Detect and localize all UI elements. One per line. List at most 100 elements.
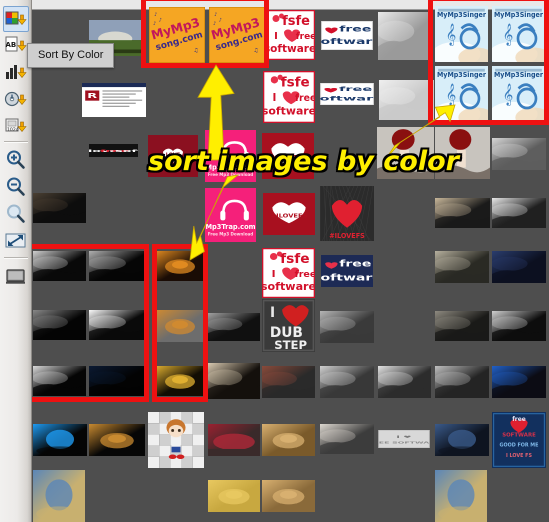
thumb-mp3-orange-2[interactable]: ♪ ♪ ♪ MyMp3 song.com ♫ (209, 7, 265, 63)
thumb-blue-paint-1[interactable] (33, 470, 85, 522)
svg-text:LOVE: LOVE (166, 152, 180, 157)
thumb-silhouette-sun[interactable] (435, 198, 490, 228)
thumb-red-balloon-2[interactable] (435, 127, 490, 179)
thumb-fsfe-red-3[interactable]: fsfe Ifree software (262, 248, 315, 298)
thumb-dubstep[interactable]: I DUB STEP (262, 299, 315, 352)
thumb-mp3singer-1[interactable]: MyMp3Singer 𝄞 (435, 6, 488, 62)
thumb-pier-sunset[interactable] (435, 424, 489, 456)
thumb-woman-gray[interactable] (320, 311, 374, 343)
thumb-mp3-orange-1[interactable]: ♪ ♪ ♪ MyMp3 song.com ♫ (149, 7, 205, 63)
thumb-gold-rings[interactable] (155, 366, 205, 396)
svg-text:free: free (295, 269, 315, 280)
sort-by-date-button[interactable] (3, 87, 29, 113)
thumb-night-blue[interactable] (492, 251, 546, 283)
thumb-bw-tiger[interactable] (378, 366, 431, 398)
thumb-bw-abstract[interactable] (435, 366, 489, 398)
svg-text:SOFTWARE: SOFTWARE (502, 433, 536, 439)
toolbar-separator-2 (4, 257, 28, 259)
sort-alphabetical-button[interactable]: AB (3, 33, 29, 59)
thumb-pink-headphone-2[interactable]: Mp3Trap.com Free Mp3 Download (205, 188, 256, 242)
thumb-mp3singer-3[interactable]: MyMp3Singer 𝄞 (435, 66, 488, 122)
thumb-doc-white[interactable]: R (82, 83, 146, 117)
thumb-free-software-1[interactable]: free software (321, 21, 373, 50)
fullscreen-button[interactable] (3, 264, 29, 290)
thumb-free-software-3[interactable]: free software (321, 255, 373, 287)
thumb-red-balloon-1[interactable] (377, 127, 434, 179)
thumb-mp3singer-2[interactable]: MyMp3Singer 𝄞 (492, 6, 545, 62)
thumb-free-software-2[interactable]: free software (320, 83, 374, 105)
thumb-dark-4[interactable] (89, 310, 145, 340)
thumb-coffee-cup[interactable] (208, 363, 260, 399)
left-toolbar[interactable]: AB 1024 (0, 0, 32, 522)
thumb-cups-bw[interactable] (378, 12, 433, 60)
thumb-lion-2[interactable] (262, 480, 315, 512)
thumb-blue-glow[interactable] (33, 424, 87, 456)
thumb-ilovefs-red-1[interactable]: #ILOVEFS (262, 133, 314, 179)
svg-text:I: I (273, 92, 277, 104)
sort-by-size-button[interactable] (3, 60, 29, 86)
thumb-mp3singer-4[interactable]: MyMp3Singer 𝄞 (492, 66, 545, 122)
thumb-blue-poster[interactable]: free SOFTWARE GOOD FOR ME I LOVE FS (492, 412, 546, 468)
thumb-tiger-black[interactable] (89, 424, 145, 456)
thumbnail-canvas[interactable]: ♪ ♪ ♪ MyMp3 song.com ♫ ♪ ♪ ♪ MyMp3 song.com ♫ fsfe If… (32, 0, 549, 522)
thumb-dark-2[interactable] (89, 251, 145, 281)
thumb-tunnel-light[interactable] (492, 198, 546, 228)
sort-by-dimensions-button[interactable]: 1024 (3, 114, 29, 140)
thumb-lion-1[interactable] (262, 424, 315, 456)
thumb-gray-banner[interactable]: I ♥ FREE SOFTWARE (378, 430, 430, 448)
svg-text:♪: ♪ (213, 21, 216, 27)
svg-text:MyMp3Singer: MyMp3Singer (437, 11, 487, 19)
thumb-bw-people[interactable] (320, 366, 374, 398)
monitor-icon (3, 265, 29, 289)
thumb-dark-3[interactable] (33, 310, 86, 340)
resize-diagonal-icon (3, 229, 29, 253)
svg-text:I: I (270, 305, 275, 321)
thumb-red-dark[interactable] (492, 311, 546, 341)
thumb-ironman[interactable] (262, 366, 315, 398)
svg-text:I LOVE FS: I LOVE FS (506, 453, 532, 459)
thumb-moon-night[interactable] (435, 251, 489, 283)
svg-text:Free Mp3 Download: Free Mp3 Download (208, 172, 253, 177)
sort-by-dimensions-icon: 1024 (3, 115, 29, 139)
svg-text:1024: 1024 (7, 127, 19, 133)
svg-text:𝄞: 𝄞 (446, 84, 457, 107)
fit-to-window-button[interactable] (3, 228, 29, 254)
thumb-graffiti[interactable] (435, 311, 489, 341)
thumb-blue-paint-2[interactable] (435, 470, 487, 522)
zoom-out-button[interactable] (3, 174, 29, 200)
svg-text:software: software (320, 95, 374, 102)
svg-text:free: free (295, 93, 315, 104)
thumb-car-bw[interactable] (320, 424, 374, 454)
thumb-dark-6[interactable] (89, 366, 145, 396)
svg-text:FREE SOFTWARE: FREE SOFTWARE (378, 441, 430, 444)
thumb-rocks-dark[interactable] (33, 193, 86, 223)
thumb-heart-chalk[interactable]: #ILOVEFS (320, 186, 374, 241)
zoom-actual-button[interactable] (3, 201, 29, 227)
thumb-fsfe-red-2[interactable]: fsfe Ifree software (263, 71, 315, 123)
svg-text:♪: ♪ (219, 18, 222, 24)
thumb-anime-boy[interactable] (148, 412, 204, 468)
thumb-ilovefreesoftware[interactable]: ilovefreesoft (89, 144, 138, 157)
zoom-out-icon (3, 175, 29, 199)
thumb-dark-red-1[interactable]: LOVE (148, 135, 198, 177)
magnifier-icon (3, 202, 29, 226)
thumb-crowd-dark[interactable] (208, 313, 260, 341)
thumb-dark-5[interactable] (33, 366, 86, 396)
thumb-group-silhouette[interactable] (492, 138, 546, 170)
sort-by-color-button[interactable] (3, 6, 29, 32)
thumb-gold-fabric[interactable] (208, 480, 260, 512)
thumb-tiger-fire[interactable] (155, 251, 205, 281)
thumb-red-group[interactable] (208, 424, 260, 456)
svg-text:#ILOVEFS: #ILOVEFS (269, 154, 307, 161)
svg-text:𝄞: 𝄞 (446, 24, 457, 47)
thumb-tiger-roar[interactable] (155, 310, 205, 342)
thumb-fsfe-red-1[interactable]: fsfe Ifree software (265, 10, 315, 60)
thumb-blue-car[interactable] (492, 366, 546, 398)
thumb-white-cat[interactable] (379, 80, 434, 120)
thumb-pink-headphone-1[interactable]: Mp3Trap.com Free Mp3 Download (205, 130, 256, 182)
sort-by-color-icon (4, 8, 28, 32)
thumb-dark-1[interactable] (33, 251, 86, 281)
thumb-ilovefs-red-2[interactable]: #ILOVEFS (263, 193, 315, 235)
svg-text:MyMp3Singer: MyMp3Singer (494, 11, 544, 19)
zoom-in-button[interactable] (3, 147, 29, 173)
